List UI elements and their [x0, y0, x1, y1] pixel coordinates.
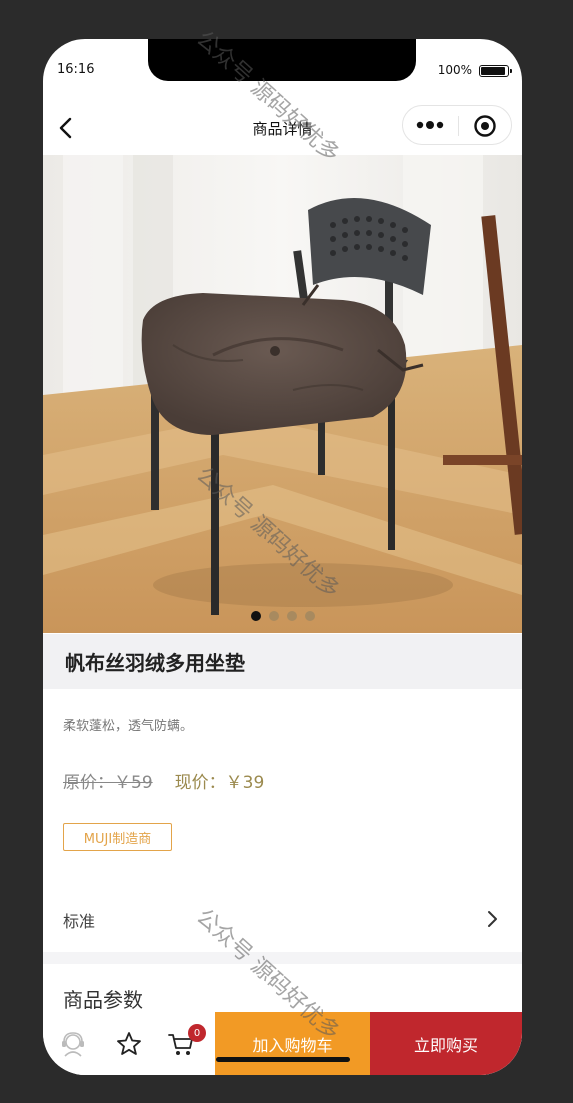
carousel-dot[interactable]	[304, 611, 315, 621]
params-section-title: 商品参数	[63, 988, 143, 1012]
buy-now-button[interactable]: 立即购买	[370, 1012, 522, 1075]
current-price: 现价：￥39	[174, 773, 265, 793]
spec-selector-row[interactable]: 标准	[43, 892, 522, 948]
product-title-band: 帆布丝羽绒多用坐垫	[43, 634, 522, 689]
capsule-divider	[458, 116, 459, 136]
add-to-cart-button[interactable]: 加入购物车	[215, 1012, 370, 1075]
mini-program-capsule	[402, 105, 512, 145]
status-time: 16:16	[57, 62, 95, 77]
customer-service-icon[interactable]	[59, 1030, 87, 1058]
battery-percentage: 100%	[437, 63, 472, 77]
product-subtitle: 柔软蓬松，透气防螨。	[63, 719, 194, 734]
carousel-indicators[interactable]	[43, 611, 522, 621]
carousel-dot[interactable]	[286, 611, 297, 621]
product-image-carousel[interactable]	[43, 155, 522, 633]
bottom-action-bar: 0 加入购物车 立即购买	[43, 1012, 522, 1075]
phone-screen: 16:16 100% 商品详情 帆布丝羽绒多用坐垫 柔软蓬松，透气防螨。 原价：…	[43, 39, 522, 1075]
brand-tag: MUJI制造商	[63, 823, 172, 851]
product-title: 帆布丝羽绒多用坐垫	[65, 651, 245, 675]
spec-label: 标准	[63, 912, 96, 931]
more-dots-icon[interactable]	[413, 113, 449, 137]
price-row: 原价：￥59 现价：￥39	[63, 768, 264, 793]
carousel-dot[interactable]	[250, 611, 261, 621]
close-target-icon[interactable]	[473, 114, 497, 138]
section-divider	[43, 952, 522, 964]
carousel-dot[interactable]	[268, 611, 279, 621]
home-indicator	[216, 1057, 350, 1062]
cart-count-badge: 0	[188, 1024, 206, 1042]
favorite-star-icon[interactable]	[115, 1030, 143, 1058]
device-notch	[148, 39, 416, 81]
battery-icon	[479, 65, 512, 77]
original-price: 原价：￥59	[63, 773, 153, 793]
product-photo	[43, 155, 522, 633]
chevron-right-icon	[488, 911, 497, 927]
